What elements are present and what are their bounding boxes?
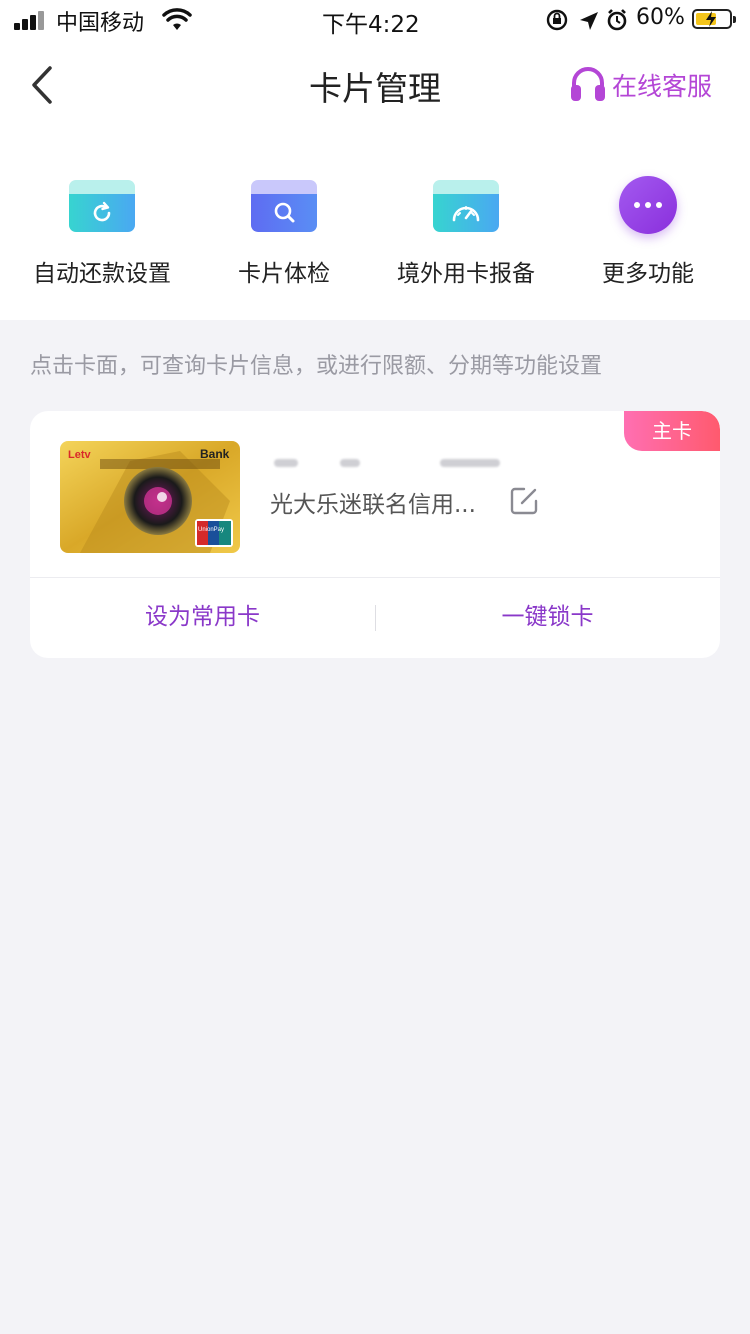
feature-overseas-report[interactable]: 境外用卡报备: [371, 170, 561, 288]
battery-percent: 60%: [636, 5, 685, 30]
feature-more[interactable]: 更多功能: [553, 170, 743, 288]
clock: 下午4:22: [322, 12, 420, 38]
online-service-button[interactable]: 在线客服: [568, 62, 712, 108]
status-bar: 中国移动 下午4:22 60%: [0, 0, 750, 40]
feature-label: 卡片体检: [238, 261, 330, 287]
masked-card-number: [440, 459, 500, 467]
signal-icon: [14, 10, 48, 30]
card-name: 光大乐迷联名信用...: [270, 492, 476, 518]
edit-icon[interactable]: [508, 485, 540, 517]
feature-auto-repay[interactable]: 自动还款设置: [7, 170, 197, 288]
feature-label: 更多功能: [602, 261, 694, 287]
hint-text: 点击卡面，可查询卡片信息，或进行限额、分期等功能设置: [30, 354, 603, 379]
alarm-icon: [607, 9, 627, 31]
overseas-report-icon: [431, 176, 501, 238]
card-brand-right: Bank: [200, 447, 230, 461]
location-icon: [580, 12, 598, 30]
carrier-label: 中国移动: [56, 11, 145, 36]
masked-card-number: [274, 459, 298, 467]
battery-icon: [692, 9, 736, 29]
lock-card-button[interactable]: 一键锁卡: [375, 577, 720, 658]
orientation-lock-icon: [546, 9, 568, 31]
feature-label: 境外用卡报备: [397, 261, 535, 287]
card-panel[interactable]: 主卡 Letv Bank UnionPay 光大乐迷联名信用... 设为常用卡 …: [30, 411, 720, 658]
set-default-card-button[interactable]: 设为常用卡: [30, 577, 375, 658]
more-icon: [613, 176, 683, 238]
feature-label: 自动还款设置: [33, 261, 171, 287]
feature-row: 自动还款设置 卡片体检 境外用卡报备 更多功能: [0, 170, 750, 300]
headset-icon: [570, 67, 605, 101]
card-brand-left: Letv: [68, 449, 92, 461]
credit-card-image[interactable]: Letv Bank UnionPay: [60, 441, 240, 553]
primary-card-badge: 主卡: [624, 411, 720, 451]
online-service-label: 在线客服: [611, 72, 712, 101]
feature-card-check[interactable]: 卡片体检: [189, 170, 379, 288]
card-check-icon: [249, 176, 319, 238]
status-icons: [546, 9, 627, 31]
wifi-icon: [162, 8, 192, 30]
auto-repay-icon: [67, 176, 137, 238]
masked-card-number: [340, 459, 360, 467]
card-network: UnionPay: [198, 527, 224, 533]
